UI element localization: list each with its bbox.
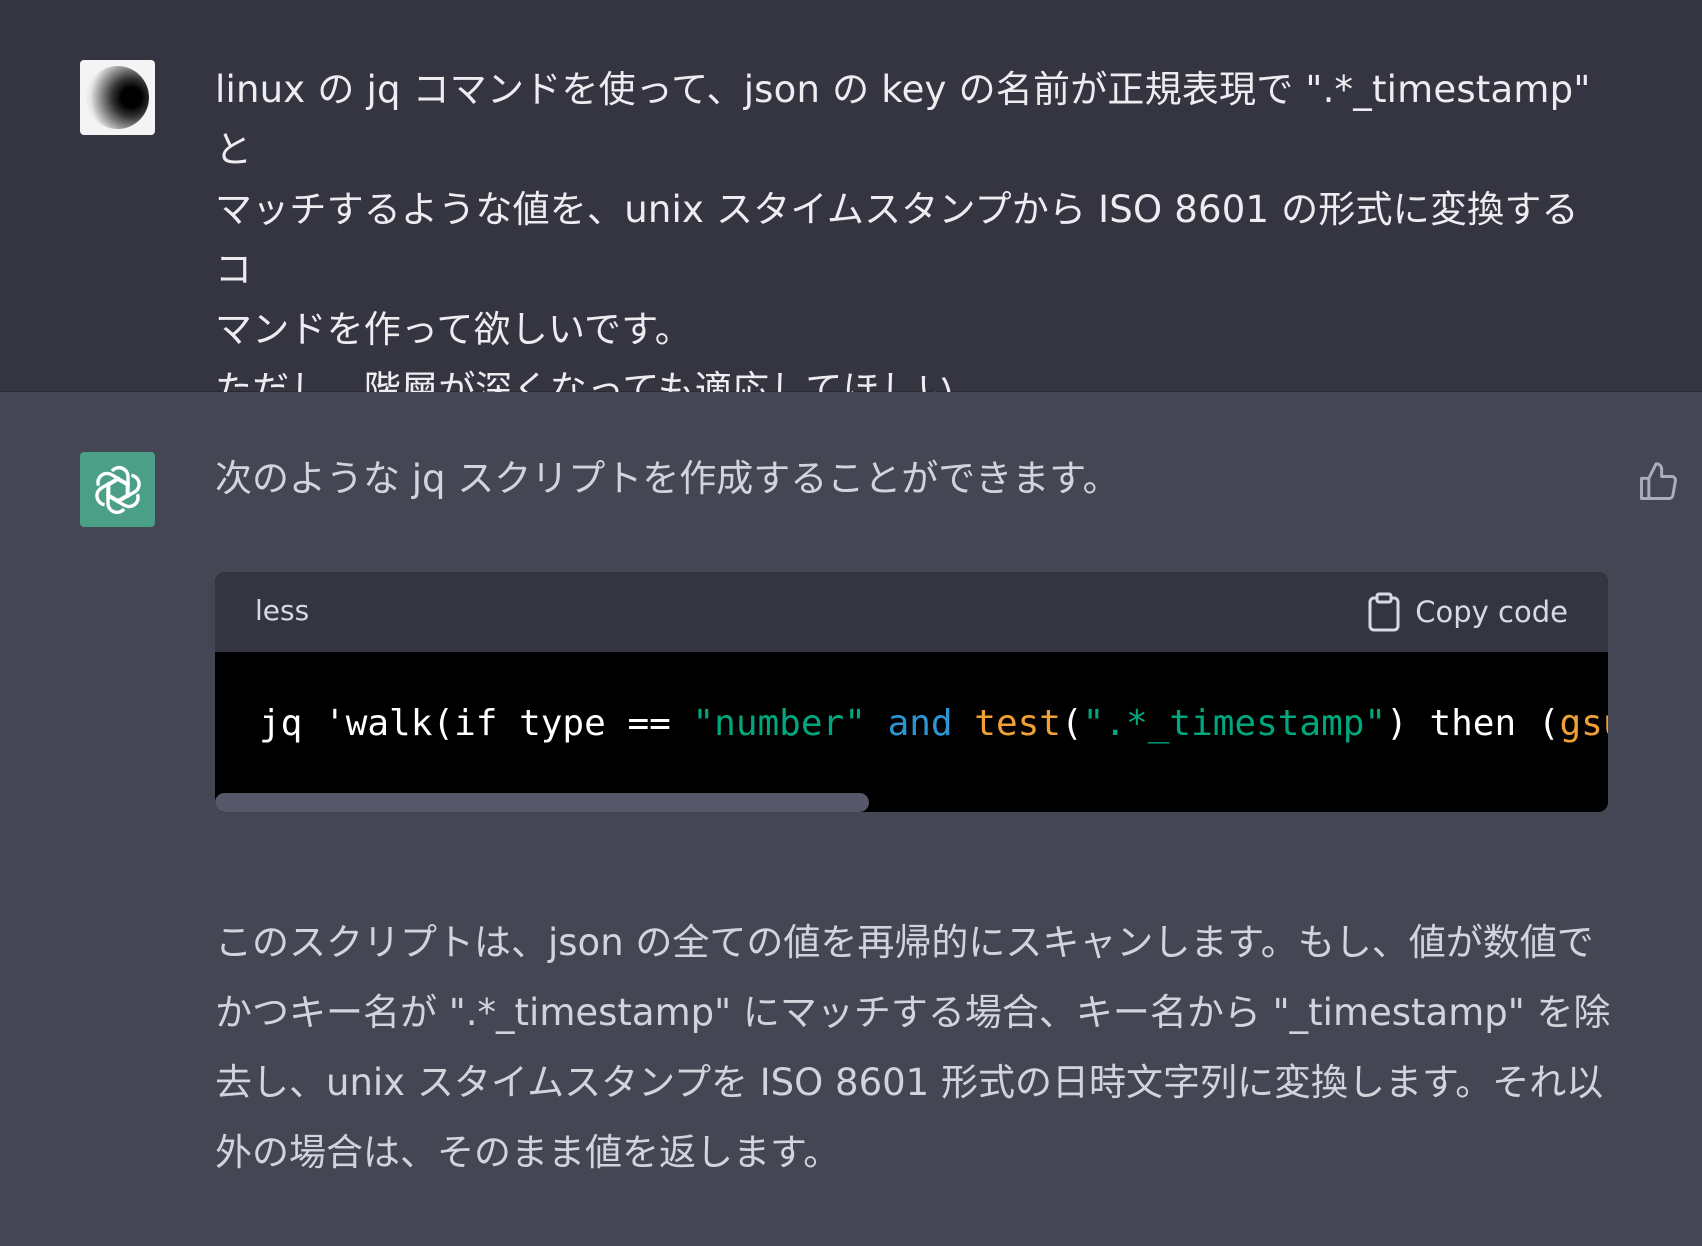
code-token: test (974, 703, 1061, 744)
copy-code-label: Copy code (1415, 595, 1568, 629)
assistant-intro: 次のような jq スクリプトを作成することができます。 (215, 457, 1120, 500)
code-token: ) then ( (1386, 703, 1560, 744)
explanation-line: 去し、unix スタイムスタンプを ISO 8601 形式の日時文字列に変換しま… (215, 1061, 1604, 1104)
thumbs-up-button[interactable] (1636, 460, 1680, 504)
clipboard-icon (1368, 592, 1400, 632)
code-token: jq 'walk(if type == (259, 703, 693, 744)
assistant-message: 次のような jq スクリプトを作成することができます。 less Copy co… (0, 392, 1702, 1246)
explanation-line: かつキー名が ".*_timestamp" にマッチする場合、キー名から "_t… (215, 991, 1611, 1034)
assistant-avatar (80, 452, 155, 527)
horizontal-scrollbar[interactable] (215, 793, 869, 812)
copy-code-button[interactable]: Copy code (1367, 592, 1568, 632)
thumbs-up-icon (1640, 462, 1677, 500)
user-message-line: linux の jq コマンドを使って、json の key の名前が正規表現で… (215, 68, 1591, 171)
user-message-line: マンドを作って欲しいです。 (215, 308, 692, 351)
code-token: gsub( (1559, 703, 1609, 744)
code-language-label: less (255, 594, 310, 627)
explanation-line: 外の場合は、そのまま値を返します。 (215, 1131, 841, 1174)
code-block: less Copy code jq 'walk(if type == "numb… (215, 572, 1608, 812)
code-token: ( (1060, 703, 1083, 744)
code-token: and (887, 703, 953, 744)
user-avatar (80, 60, 155, 135)
explanation-line: このスクリプトは、json の全ての値を再帰的にスキャンします。もし、値が数値で (215, 921, 1594, 964)
code-token: "number" (692, 703, 866, 744)
code-header: less Copy code (215, 572, 1608, 652)
code-token: ".*_timestamp" (1082, 703, 1387, 744)
code-body: jq 'walk(if type == "number" and test(".… (215, 652, 1608, 812)
user-message: linux の jq コマンドを使って、json の key の名前が正規表現で… (0, 0, 1702, 411)
user-avatar-image (86, 66, 149, 129)
user-message-text: linux の jq コマンドを使って、json の key の名前が正規表現で… (215, 60, 1605, 420)
code-line: jq 'walk(if type == "number" and test(".… (259, 700, 1608, 748)
openai-logo-icon (94, 465, 141, 514)
assistant-explanation: このスクリプトは、json の全ての値を再帰的にスキャンします。もし、値が数値で… (215, 908, 1615, 1188)
user-message-line: マッチするような値を、unix スタイムスタンプから ISO 8601 の形式に… (215, 188, 1579, 291)
